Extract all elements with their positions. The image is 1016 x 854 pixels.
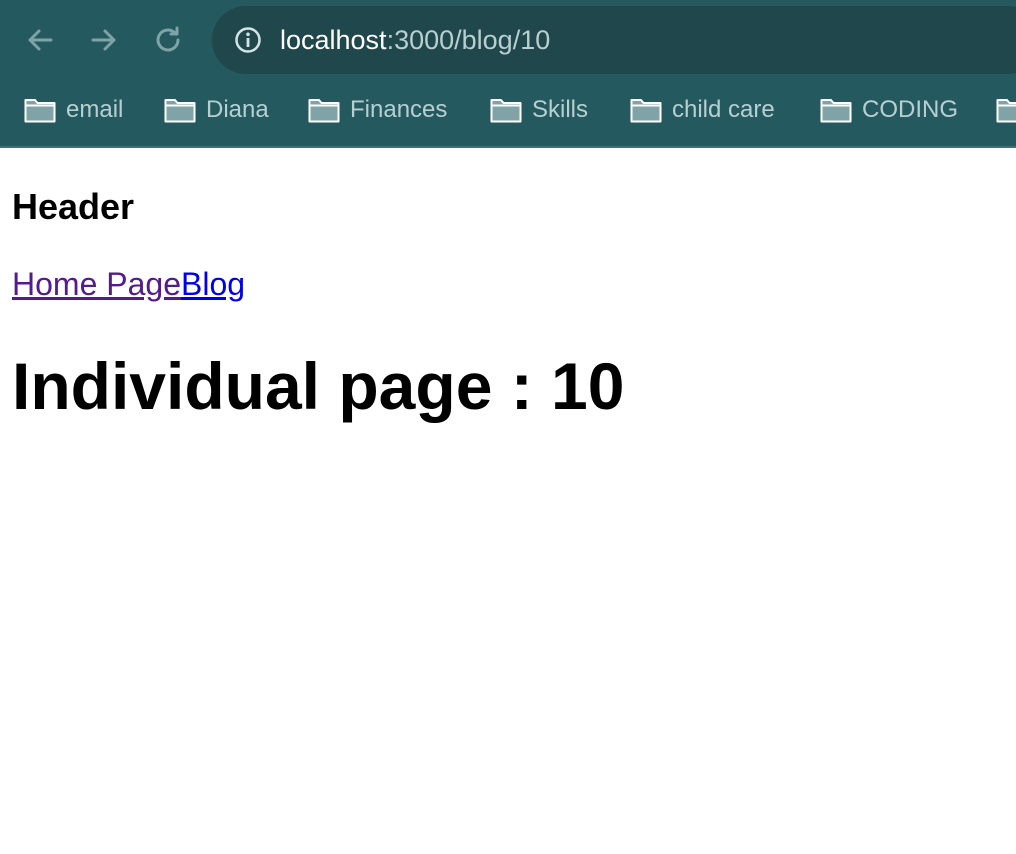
home-page-link[interactable]: Home Page xyxy=(12,266,181,302)
folder-icon xyxy=(820,99,852,123)
bookmark-folder-email[interactable]: email xyxy=(24,88,123,132)
bookmark-label: email xyxy=(66,96,124,123)
reload-button[interactable] xyxy=(148,20,188,60)
bookmarks-bar: email Diana Finances Skills child care C… xyxy=(0,88,1016,132)
url-text[interactable]: localhost:3000/blog/10 xyxy=(280,6,550,74)
folder-icon xyxy=(164,99,196,123)
folder-icon xyxy=(996,99,1016,123)
bookmark-folder-coding[interactable]: CODING xyxy=(820,88,958,132)
page-title: Individual page : 10 xyxy=(12,349,625,423)
folder-icon xyxy=(630,99,662,123)
folder-icon xyxy=(490,99,522,123)
bookmark-label: Skills xyxy=(532,96,589,123)
bookmark-folder-skills[interactable]: Skills xyxy=(490,88,588,132)
back-button[interactable] xyxy=(20,20,60,60)
bookmark-folder-partial[interactable] xyxy=(996,88,1016,132)
reload-icon xyxy=(156,26,180,52)
folder-icon xyxy=(24,99,56,123)
blog-link[interactable]: Blog xyxy=(181,266,245,302)
browser-toolbar: localhost:3000/blog/10 email Diana Finan… xyxy=(0,0,1016,148)
folder-icon xyxy=(308,99,340,123)
site-nav: Home PageBlog xyxy=(12,266,245,303)
arrow-right-icon xyxy=(91,29,116,51)
bookmark-label: CODING xyxy=(862,96,958,123)
bookmark-folder-diana[interactable]: Diana xyxy=(164,88,269,132)
bookmark-folder-child-care[interactable]: child care xyxy=(630,88,775,132)
bookmark-label: Finances xyxy=(350,96,448,123)
forward-button[interactable] xyxy=(84,20,124,60)
url-path: :3000/blog/10 xyxy=(386,25,551,55)
arrow-left-icon xyxy=(28,29,53,51)
bookmark-label: child care xyxy=(672,96,775,123)
info-icon[interactable] xyxy=(234,26,262,54)
address-bar[interactable]: localhost:3000/blog/10 xyxy=(212,6,1016,74)
bookmark-folder-finances[interactable]: Finances xyxy=(308,88,447,132)
bookmark-label: Diana xyxy=(206,96,269,123)
url-host: localhost xyxy=(280,25,387,55)
site-header: Header xyxy=(12,186,135,227)
